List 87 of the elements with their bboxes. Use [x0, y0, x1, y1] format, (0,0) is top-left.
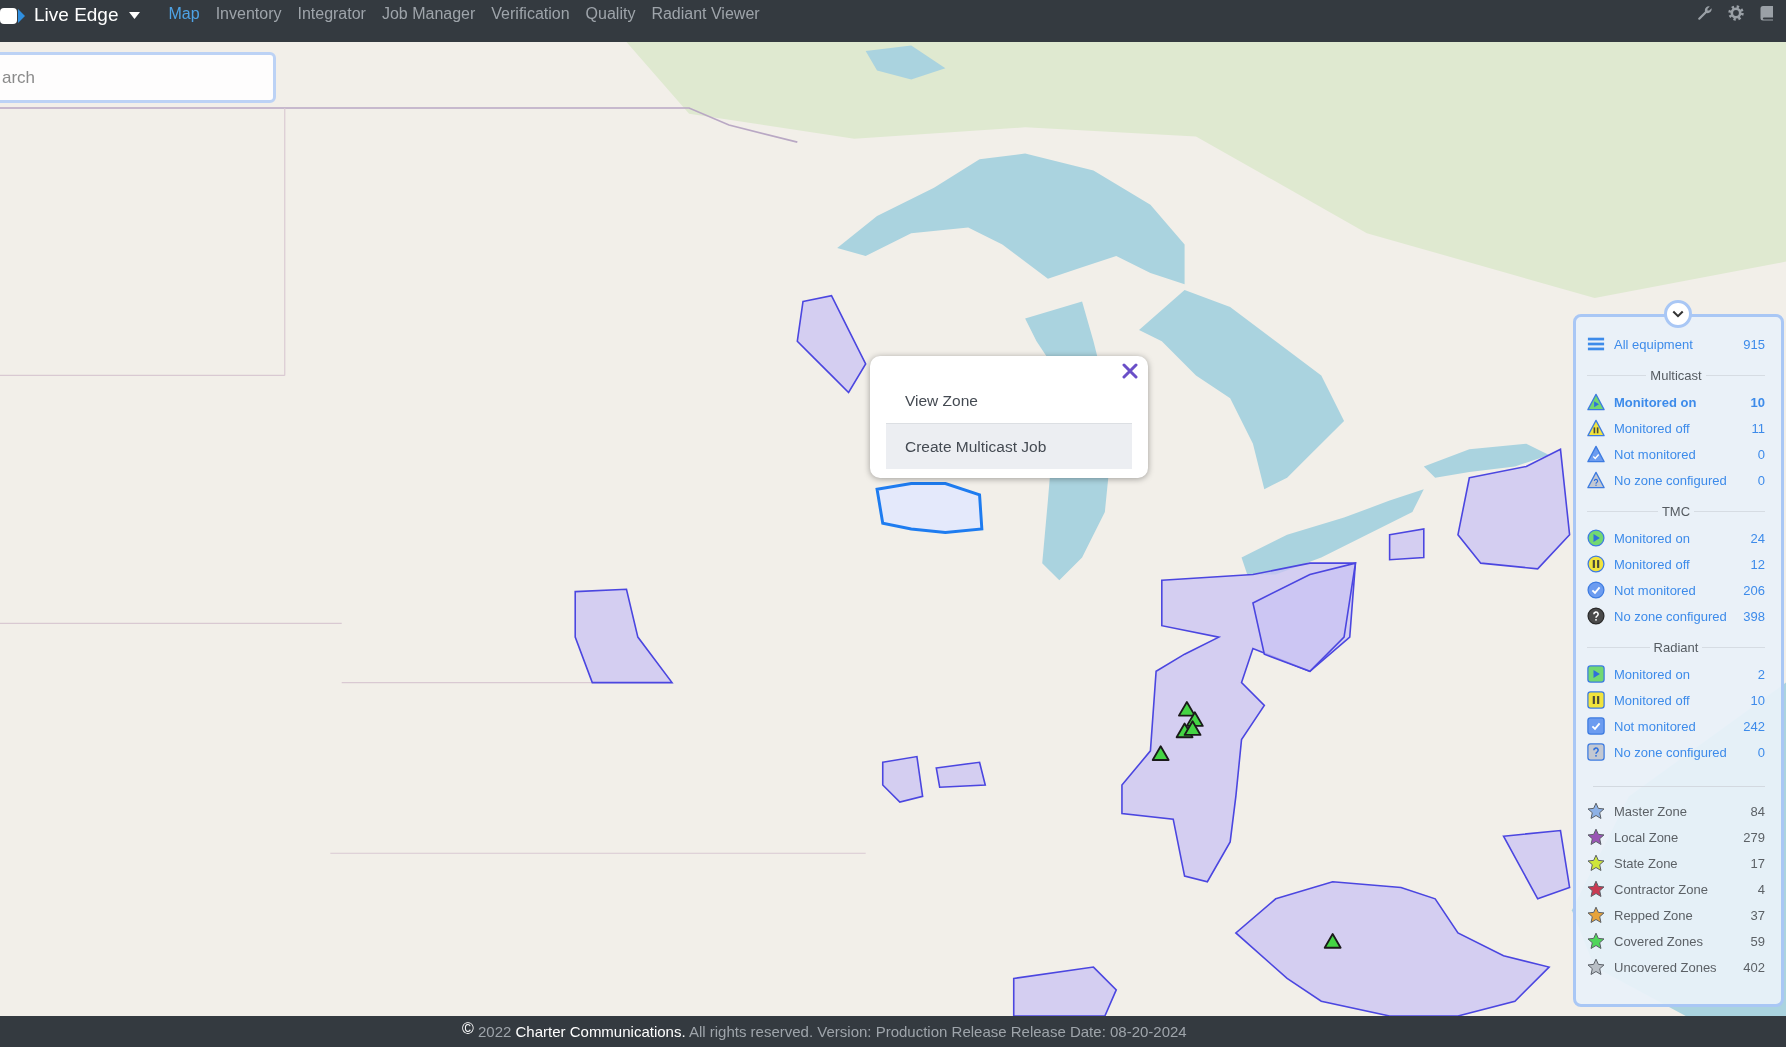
- wrench-icon[interactable]: [1697, 5, 1713, 21]
- equipment-count: 10: [1750, 692, 1765, 708]
- gear-icon[interactable]: [1728, 5, 1744, 21]
- nav-link[interactable]: Verification: [491, 3, 570, 25]
- section-heading: Multicast: [1650, 368, 1702, 383]
- search-field[interactable]: arch: [0, 52, 276, 103]
- zone-area[interactable]: [796, 294, 867, 394]
- zone-area[interactable]: [1234, 880, 1551, 1016]
- filter-link[interactable]: Monitored off: [1614, 420, 1690, 436]
- equipment-count: 2: [1757, 666, 1765, 682]
- filter-link[interactable]: Monitored on: [1614, 666, 1690, 682]
- triangle-marker-icon[interactable]: [1178, 701, 1196, 717]
- circle-play-icon: [1587, 529, 1605, 547]
- circle-question-icon: [1587, 607, 1605, 625]
- section-heading: TMC: [1661, 504, 1691, 519]
- square-pause-icon: [1587, 691, 1605, 709]
- zone-count: 402: [1743, 959, 1765, 975]
- zone-type-label: Master Zone: [1614, 803, 1687, 819]
- nav-link[interactable]: Radiant Viewer: [651, 3, 760, 25]
- chevron-down-icon: [1672, 310, 1684, 318]
- zone-count: 17: [1750, 855, 1765, 871]
- equipment-count: 915: [1743, 336, 1765, 352]
- filter-link[interactable]: Monitored off: [1614, 556, 1690, 572]
- zone-area[interactable]: [574, 588, 674, 684]
- filter-link[interactable]: Not monitored: [1614, 582, 1696, 598]
- equipment-count: 0: [1757, 744, 1765, 760]
- equipment-count: 12: [1750, 556, 1765, 572]
- zone-area[interactable]: [1388, 528, 1425, 561]
- triangle-pause-icon: [1587, 419, 1605, 437]
- zone-area[interactable]: [935, 761, 987, 789]
- section-heading: Radiant: [1653, 640, 1699, 655]
- equipment-count: 0: [1757, 446, 1765, 462]
- zone-count: 84: [1750, 803, 1765, 819]
- collapse-button[interactable]: [1664, 300, 1692, 328]
- filter-link[interactable]: No zone configured: [1614, 744, 1727, 760]
- filter-link[interactable]: Monitored off: [1614, 692, 1690, 708]
- zone-type-label: Uncovered Zones: [1614, 959, 1717, 975]
- filter-link[interactable]: Not monitored: [1614, 718, 1696, 734]
- nav-link[interactable]: Job Manager: [381, 3, 476, 25]
- equipment-count: 11: [1751, 420, 1765, 436]
- triangle-check-icon: [1587, 445, 1605, 463]
- zone-type-label: Contractor Zone: [1614, 881, 1708, 897]
- triangle-marker-icon[interactable]: [1183, 720, 1202, 736]
- nav-link[interactable]: Map: [168, 3, 200, 25]
- triangle-play-icon: [1587, 393, 1605, 411]
- zone-count: 37: [1750, 907, 1765, 923]
- triangle-marker-icon[interactable]: [1323, 933, 1342, 949]
- zone-count: 59: [1750, 933, 1765, 949]
- square-check-icon: [1587, 717, 1605, 735]
- book-icon[interactable]: [1759, 5, 1775, 21]
- footer-text: © 2022 Charter Communications. All rights reserved. Version: Production Release Release Date: 08-20-2024: [462, 1022, 1187, 1041]
- equipment-count: 24: [1750, 530, 1765, 546]
- filter-link[interactable]: Monitored on: [1614, 530, 1690, 546]
- caret-icon: [128, 11, 140, 19]
- zone-type-label: Local Zone: [1614, 829, 1679, 845]
- filter-link[interactable]: No zone configured: [1614, 472, 1727, 488]
- nav-link[interactable]: Integrator: [297, 3, 366, 25]
- brand-dropdown[interactable]: Live Edge: [34, 3, 140, 27]
- square-play-icon: [1587, 665, 1605, 683]
- zone-type-label: State Zone: [1614, 855, 1678, 871]
- zone-type-label: Covered Zones: [1614, 933, 1703, 949]
- square-question-icon: [1587, 743, 1605, 761]
- zone-count: 279: [1743, 829, 1765, 845]
- filter-link[interactable]: No zone configured: [1614, 608, 1727, 624]
- circle-check-icon: [1587, 581, 1605, 599]
- all-equipment-link[interactable]: All equipment: [1614, 336, 1693, 352]
- circle-pause-icon: [1587, 555, 1605, 573]
- filter-link[interactable]: Monitored on: [1614, 394, 1697, 410]
- zone-type-label: Repped Zone: [1614, 907, 1693, 923]
- zone-area[interactable]: [1252, 562, 1357, 673]
- triangle-marker-icon[interactable]: [1151, 745, 1170, 761]
- list-icon: [1587, 335, 1605, 353]
- filter-link[interactable]: Not monitored: [1614, 446, 1696, 462]
- equipment-count: 398: [1743, 608, 1765, 624]
- triangle-question-icon: [1587, 471, 1605, 489]
- zone-area[interactable]: [1457, 448, 1571, 570]
- equipment-count: 0: [1757, 472, 1765, 488]
- zone-count: 4: [1757, 881, 1765, 897]
- equipment-count: 206: [1743, 582, 1765, 598]
- menu-item[interactable]: Create Multicast Job: [886, 424, 1132, 469]
- company-link[interactable]: Charter Communications.: [515, 1022, 686, 1040]
- close-icon: [1122, 363, 1138, 379]
- nav-link[interactable]: Quality: [585, 3, 636, 25]
- equipment-count: 10: [1750, 394, 1765, 410]
- zone-area[interactable]: [881, 755, 924, 803]
- nav-link[interactable]: Inventory: [215, 3, 282, 25]
- equipment-count: 242: [1743, 718, 1765, 734]
